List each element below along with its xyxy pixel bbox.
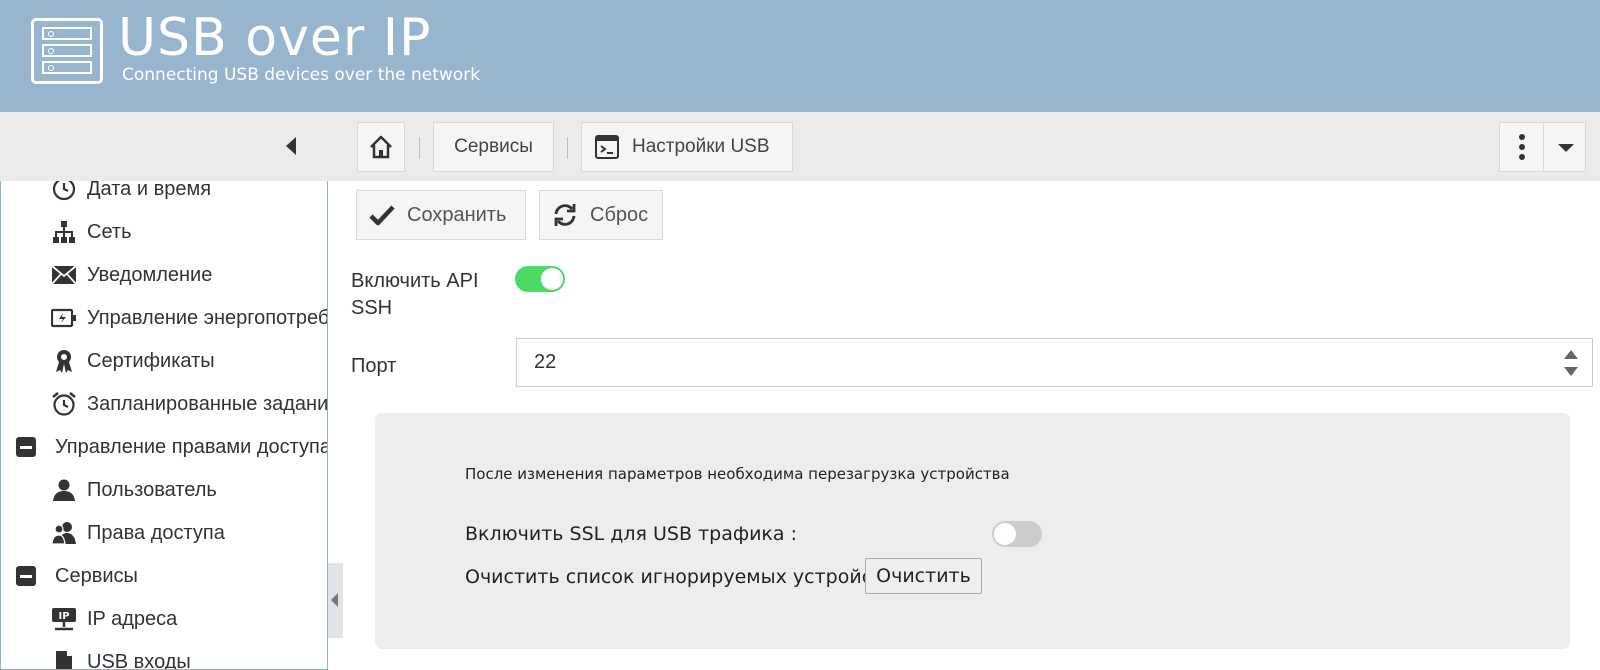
port-input[interactable]: 22 — [516, 338, 1593, 387]
app-title: USB over IP — [118, 8, 432, 68]
minus-square-icon[interactable] — [16, 437, 36, 457]
sidebar-item-label: Сеть — [87, 220, 132, 243]
reset-button[interactable]: Сброс — [539, 190, 663, 240]
port-label: Порт — [351, 355, 397, 377]
breadcrumb-home[interactable] — [357, 122, 405, 172]
clock-icon — [51, 181, 77, 202]
toggle-knob — [994, 523, 1016, 545]
breadcrumb-usb-label: Настройки USB — [632, 136, 770, 157]
collapse-left-icon — [331, 593, 338, 607]
terminal-window-icon — [595, 135, 619, 159]
envelope-icon — [51, 262, 77, 288]
spin-down-icon[interactable] — [1564, 367, 1578, 376]
sidebar-item-network[interactable]: Сеть — [51, 212, 131, 252]
home-icon — [370, 135, 392, 159]
sidebar-item-scheduled-tasks[interactable]: Запланированные задания — [51, 384, 328, 424]
sidebar-item-label: Сервисы — [55, 564, 138, 587]
sidebar-item-access-rights[interactable]: Права доступа — [51, 513, 225, 553]
breadcrumb-services[interactable]: Сервисы — [433, 122, 554, 172]
svg-text:IP: IP — [58, 611, 69, 622]
sidebar-item-label: Запланированные задания — [87, 392, 328, 415]
toolbar: Сервисы Настройки USB — [0, 112, 1600, 181]
minus-square-icon[interactable] — [16, 566, 36, 586]
breadcrumb-separator — [567, 137, 568, 159]
users-icon — [51, 520, 77, 546]
kebab-dot-icon — [1518, 154, 1525, 160]
sidebar-group-access-management[interactable]: Управление правами доступа — [16, 427, 328, 467]
sidebar-item-usb-inputs[interactable]: USB входы — [51, 642, 191, 670]
sidebar-item-label: IP адреса — [87, 607, 178, 630]
sidebar-item-notification[interactable]: Уведомление — [51, 255, 212, 295]
file-icon — [51, 649, 77, 669]
battery-icon — [51, 305, 77, 331]
sidebar-item-power[interactable]: Управление энергопотребл — [51, 298, 328, 338]
reset-label: Сброс — [590, 203, 649, 226]
spin-up-icon[interactable] — [1564, 350, 1578, 359]
sidebar-item-label: Управление правами доступа — [55, 435, 328, 458]
ssl-label: Включить SSL для USB трафика : — [465, 523, 797, 545]
sidebar-group-services[interactable]: Сервисы — [16, 556, 138, 596]
reboot-note: После изменения параметров необходима пе… — [465, 465, 1010, 483]
clear-ignored-label: Очистить список игнорируемых устройств: — [465, 566, 901, 588]
collapse-sidebar-icon[interactable] — [286, 137, 296, 155]
server-logo-icon — [31, 18, 103, 84]
sidebar-item-label: USB входы — [87, 650, 191, 670]
sidebar-item-label: Дата и время — [87, 181, 212, 200]
kebab-dot-icon — [1518, 134, 1525, 140]
certificate-icon — [51, 348, 77, 374]
ssl-toggle[interactable] — [992, 521, 1042, 547]
breadcrumb-services-label: Сервисы — [454, 136, 533, 157]
ip-address-icon: IP — [51, 606, 77, 632]
refresh-icon — [554, 204, 576, 226]
api-ssh-label: Включить API SSH — [351, 270, 479, 319]
network-icon — [51, 219, 77, 245]
chevron-down-icon — [1558, 144, 1574, 152]
more-menu-button[interactable] — [1499, 122, 1544, 172]
settings-panel: После изменения параметров необходима пе… — [375, 413, 1570, 649]
breadcrumb-usb-settings[interactable]: Настройки USB — [581, 122, 793, 172]
dropdown-button[interactable] — [1543, 122, 1586, 172]
api-ssh-toggle[interactable] — [515, 266, 565, 292]
sidebar-item-label: Сертификаты — [87, 349, 215, 372]
alarm-clock-icon — [51, 391, 77, 417]
sidebar-item-ip-addresses[interactable]: IP IP адреса — [51, 599, 177, 639]
toggle-knob — [541, 268, 563, 290]
clear-button[interactable]: Очистить — [865, 558, 982, 594]
sidebar-item-label: Уведомление — [87, 263, 213, 286]
main-content: Сохранить Сброс Включить API SSH Порт 22… — [343, 181, 1600, 670]
sidebar-item-label: Пользователь — [87, 478, 217, 501]
sidebar-item-label: Права доступа — [87, 521, 225, 544]
sidebar-item-label: Управление энергопотребл — [87, 306, 328, 329]
breadcrumb-separator — [419, 137, 420, 159]
sidebar-item-certificates[interactable]: Сертификаты — [51, 341, 215, 381]
sidebar-nav: Дата и время Сеть Уведомление Управление… — [0, 181, 328, 670]
save-label: Сохранить — [407, 203, 507, 226]
app-subtitle: Connecting USB devices over the network — [122, 65, 481, 85]
sidebar-splitter[interactable] — [328, 563, 343, 638]
save-button[interactable]: Сохранить — [356, 190, 526, 240]
user-icon — [51, 477, 77, 503]
sidebar-item-datetime[interactable]: Дата и время — [51, 181, 211, 209]
check-icon — [369, 205, 395, 226]
port-value: 22 — [534, 351, 557, 373]
app-header: USB over IP Connecting USB devices over … — [0, 0, 1600, 112]
sidebar-item-user[interactable]: Пользователь — [51, 470, 217, 510]
kebab-dot-icon — [1518, 144, 1525, 150]
